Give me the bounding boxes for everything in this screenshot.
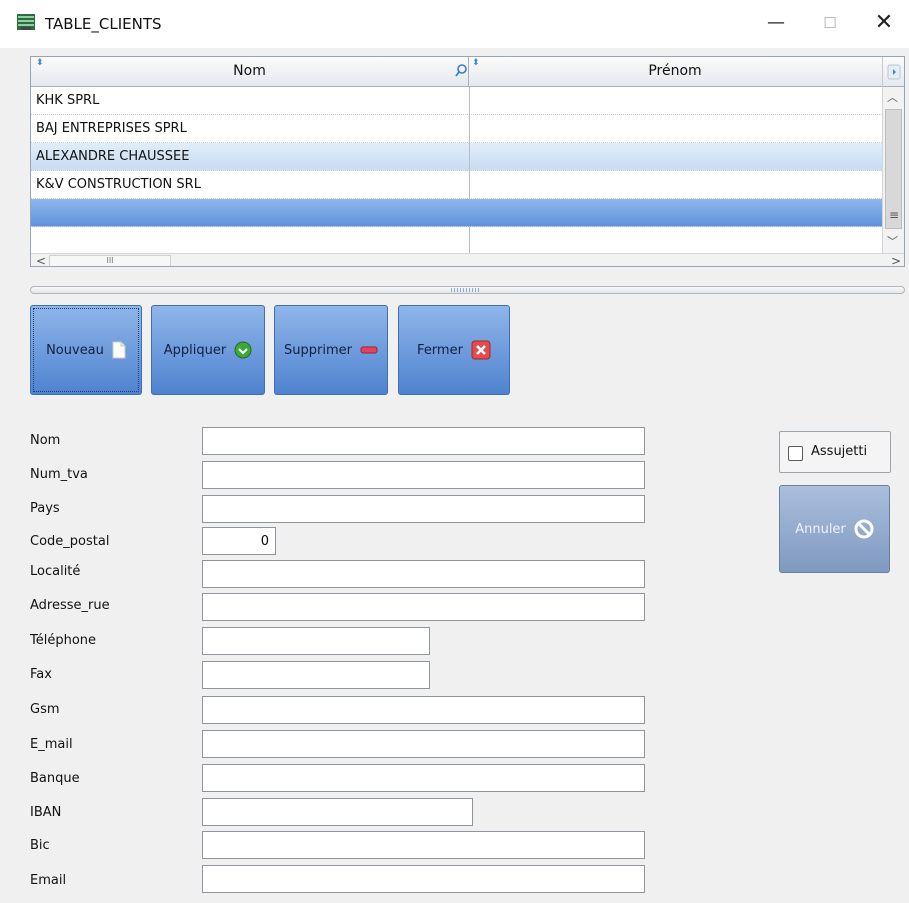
e-mail-field[interactable]: [202, 730, 645, 758]
label-pays: Pays: [30, 501, 60, 516]
splitter[interactable]: [30, 286, 905, 294]
fermer-button[interactable]: Fermer: [398, 305, 510, 395]
label-gsm: Gsm: [30, 702, 60, 717]
label-telephone: Téléphone: [30, 633, 97, 648]
column-header-nom[interactable]: ⬍ Nom: [31, 57, 469, 87]
minimize-button[interactable]: —: [764, 12, 788, 36]
assujetti-checkbox[interactable]: Assujetti: [779, 431, 891, 473]
label-bic: Bic: [30, 838, 50, 853]
table-row[interactable]: [31, 227, 882, 255]
document-icon: [112, 341, 126, 359]
banque-field[interactable]: [202, 764, 645, 792]
cell-nom: ALEXANDRE CHAUSSEE: [36, 149, 190, 164]
nouveau-button[interactable]: Nouveau: [30, 305, 142, 395]
checkbox-square[interactable]: [788, 446, 803, 461]
label-banque: Banque: [30, 771, 80, 786]
table-row[interactable]: BAJ ENTREPRISES SPRL: [31, 115, 882, 143]
button-label: Appliquer: [163, 342, 227, 358]
table-body: KHK SPRL BAJ ENTREPRISES SPRL ALEXANDRE …: [31, 87, 882, 255]
label-num-tva: Num_tva: [30, 467, 88, 482]
button-label: Fermer: [417, 342, 463, 358]
cell-nom: BAJ ENTREPRISES SPRL: [36, 121, 187, 136]
table-row[interactable]: ALEXANDRE CHAUSSEE: [31, 143, 882, 171]
chevron-right-icon: [887, 64, 901, 80]
button-label: Supprimer: [284, 342, 352, 358]
sort-icon[interactable]: ⬍: [472, 58, 480, 68]
pays-field[interactable]: [202, 495, 645, 523]
scroll-up-icon[interactable]: ︿: [887, 89, 898, 105]
label-fax: Fax: [30, 667, 52, 682]
column-header-label: Prénom: [648, 63, 702, 79]
table-row[interactable]: KHK SPRL: [31, 87, 882, 115]
iban-field[interactable]: [202, 798, 473, 826]
clients-table[interactable]: ⬍ Nom ⬍ Prénom KHK SPRL BAJ ENTREPRISES …: [30, 56, 905, 267]
window-title: TABLE_CLIENTS: [45, 15, 162, 33]
maximize-button[interactable]: ☐: [818, 12, 842, 36]
scroll-down-icon[interactable]: ﹀: [887, 233, 898, 249]
table-row[interactable]: K&V CONSTRUCTION SRL: [31, 171, 882, 199]
column-header-label: Nom: [233, 63, 266, 79]
table-row-selected[interactable]: [31, 199, 882, 227]
assujetti-label: Assujetti: [811, 444, 868, 459]
gsm-field[interactable]: [202, 696, 645, 724]
nom-field[interactable]: [202, 427, 645, 455]
cell-nom: KHK SPRL: [36, 93, 100, 108]
bic-field[interactable]: [202, 831, 645, 859]
label-adresse-rue: Adresse_rue: [30, 598, 110, 613]
window: TABLE_CLIENTS — ☐ ✕ ⬍ Nom ⬍ Prénom KHK S…: [0, 0, 909, 903]
splitter-grip[interactable]: [451, 288, 481, 292]
num-tva-field[interactable]: [202, 461, 645, 489]
vertical-scroll-thumb[interactable]: ≡: [885, 109, 902, 229]
code-postal-field[interactable]: [202, 527, 276, 555]
localite-field[interactable]: [202, 560, 645, 588]
app-table-icon: [17, 14, 35, 30]
button-label: Annuler: [795, 521, 846, 537]
scroll-right-icon[interactable]: >: [891, 254, 901, 266]
title-bar: TABLE_CLIENTS — ☐ ✕: [0, 0, 909, 48]
appliquer-button[interactable]: Appliquer: [151, 305, 265, 395]
cell-nom: K&V CONSTRUCTION SRL: [36, 177, 201, 192]
telephone-field[interactable]: [202, 627, 430, 655]
green-check-circle-icon: [234, 341, 252, 359]
email-field[interactable]: [202, 865, 645, 893]
red-x-icon: [471, 340, 491, 360]
label-code-postal: Code_postal: [30, 534, 110, 549]
button-label: Nouveau: [46, 342, 104, 358]
vertical-scrollbar[interactable]: ︿ ≡ ﹀: [882, 87, 904, 253]
table-header: ⬍ Nom ⬍ Prénom: [31, 57, 904, 87]
supprimer-button[interactable]: Supprimer: [274, 305, 388, 395]
label-localite: Localité: [30, 564, 81, 579]
sort-icon[interactable]: ⬍: [36, 58, 44, 68]
fax-field[interactable]: [202, 661, 430, 689]
close-button[interactable]: ✕: [872, 12, 896, 36]
label-nom: Nom: [30, 433, 61, 448]
label-email: Email: [30, 873, 67, 888]
no-entry-icon: [854, 519, 874, 539]
horizontal-scroll-thumb[interactable]: III: [49, 255, 171, 266]
adresse-rue-field[interactable]: [202, 593, 645, 621]
label-e-mail: E_mail: [30, 737, 73, 752]
header-scroll-right-button[interactable]: [882, 57, 904, 87]
search-icon[interactable]: [454, 60, 468, 82]
horizontal-scrollbar[interactable]: < III >: [31, 253, 904, 266]
scroll-left-icon[interactable]: <: [36, 254, 46, 266]
grip-icon: ≡: [889, 208, 900, 222]
red-minus-icon: [360, 346, 378, 354]
label-iban: IBAN: [30, 805, 62, 820]
annuler-button[interactable]: Annuler: [779, 485, 890, 573]
column-header-prenom[interactable]: ⬍ Prénom: [469, 57, 881, 87]
